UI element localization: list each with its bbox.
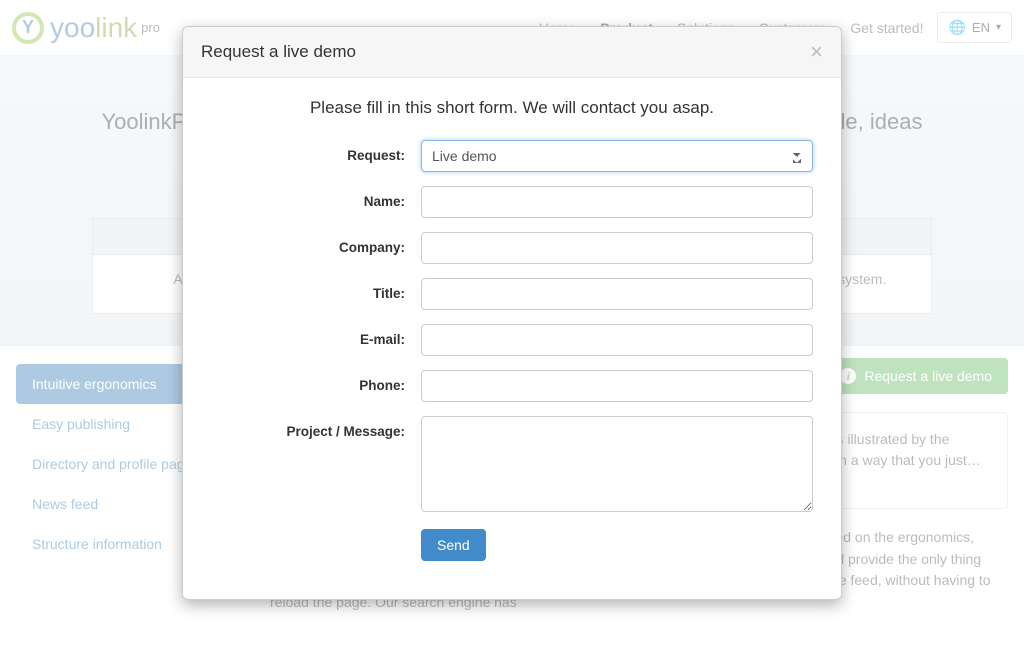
form-row-email: E-mail: [211, 324, 813, 356]
label-title: Title: [211, 278, 421, 301]
title-input[interactable] [421, 278, 813, 310]
form-row-request: Request: Live demo [211, 140, 813, 172]
modal-body: Please fill in this short form. We will … [183, 78, 841, 599]
form-row-submit: Send [211, 529, 813, 561]
company-input[interactable] [421, 232, 813, 264]
message-textarea[interactable] [421, 416, 813, 512]
email-input[interactable] [421, 324, 813, 356]
modal-header: Request a live demo × [183, 27, 841, 78]
modal-title: Request a live demo [201, 42, 356, 62]
label-company: Company: [211, 232, 421, 255]
form-row-title: Title: [211, 278, 813, 310]
request-select[interactable]: Live demo [421, 140, 813, 172]
modal-lead: Please fill in this short form. We will … [211, 98, 813, 118]
form-row-name: Name: [211, 186, 813, 218]
label-phone: Phone: [211, 370, 421, 393]
form-row-phone: Phone: [211, 370, 813, 402]
label-email: E-mail: [211, 324, 421, 347]
label-name: Name: [211, 186, 421, 209]
name-input[interactable] [421, 186, 813, 218]
form-row-message: Project / Message: [211, 416, 813, 515]
send-button[interactable]: Send [421, 529, 486, 561]
label-message: Project / Message: [211, 416, 421, 439]
label-request: Request: [211, 140, 421, 163]
close-icon[interactable]: × [810, 41, 823, 63]
form-row-company: Company: [211, 232, 813, 264]
request-demo-modal: Request a live demo × Please fill in thi… [182, 26, 842, 600]
phone-input[interactable] [421, 370, 813, 402]
